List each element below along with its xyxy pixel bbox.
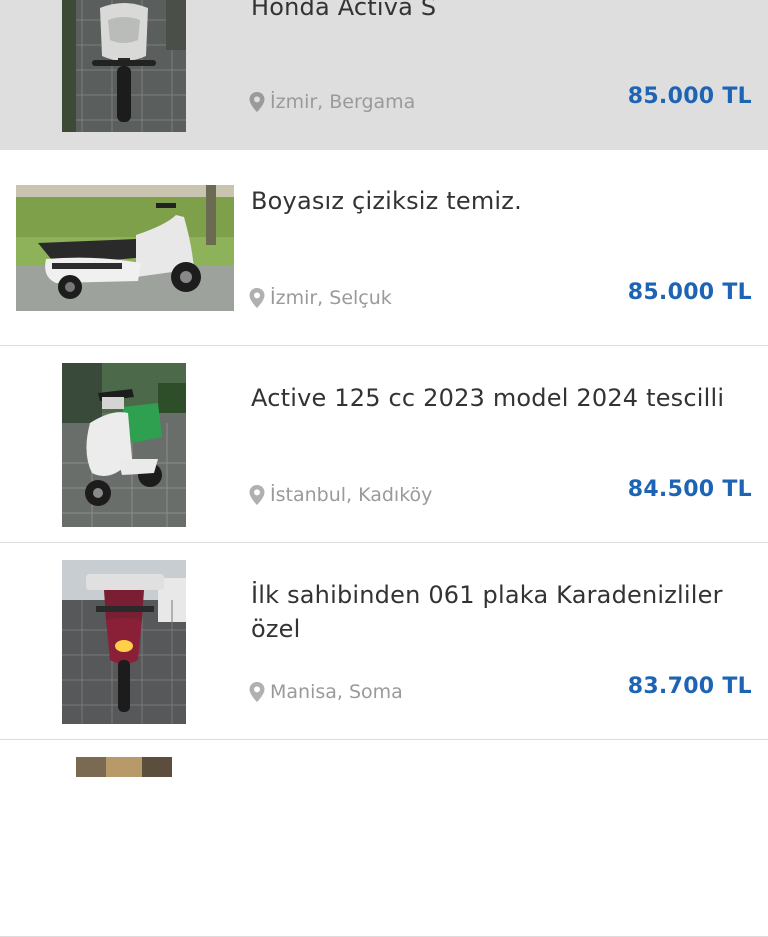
listing-item[interactable]: Honda Activa S İzmir, Bergama 85.000 TL [0, 0, 768, 150]
listing-location: İzmir, Selçuk [248, 284, 392, 312]
listing-price: 85.000 TL [627, 84, 752, 109]
listing-location: İstanbul, Kadıköy [248, 481, 432, 509]
listing-title[interactable]: İlk sahibinden 061 plaka Karadenizliler … [251, 578, 754, 646]
map-pin-icon [249, 682, 265, 702]
listing-item[interactable]: İlk sahibinden 061 plaka Karadenizliler … [0, 544, 768, 740]
map-pin-icon [249, 485, 265, 505]
listing-item[interactable]: Active 125 cc 2023 model 2024 tescilli İ… [0, 347, 768, 543]
listing-price: 83.700 TL [627, 674, 752, 699]
location-text: Manisa, Soma [270, 681, 403, 703]
listing-thumbnail[interactable] [76, 757, 172, 777]
map-pin-icon [249, 288, 265, 308]
listing-item[interactable]: Boyasız çiziksiz temiz. İzmir, Selçuk 85… [0, 150, 768, 346]
location-text: İzmir, Selçuk [270, 287, 392, 309]
listing-location: İzmir, Bergama [248, 88, 415, 116]
listing-price: 85.000 TL [627, 280, 752, 305]
map-pin-icon [249, 92, 265, 112]
listing-thumbnail[interactable] [62, 363, 186, 527]
listing-title[interactable]: Honda Activa S [251, 0, 754, 24]
location-text: İzmir, Bergama [270, 91, 416, 113]
listing-price: 84.500 TL [627, 477, 752, 502]
listing-thumbnail[interactable] [62, 560, 186, 724]
listing-thumbnail[interactable] [62, 0, 186, 132]
listing-item[interactable] [0, 741, 768, 937]
listing-title[interactable]: Boyasız çiziksiz temiz. [251, 184, 754, 218]
listing-title[interactable]: Active 125 cc 2023 model 2024 tescilli [251, 381, 754, 415]
listing-location: Manisa, Soma [248, 678, 403, 706]
location-text: İstanbul, Kadıköy [270, 484, 433, 506]
listing-thumbnail[interactable] [16, 185, 234, 311]
